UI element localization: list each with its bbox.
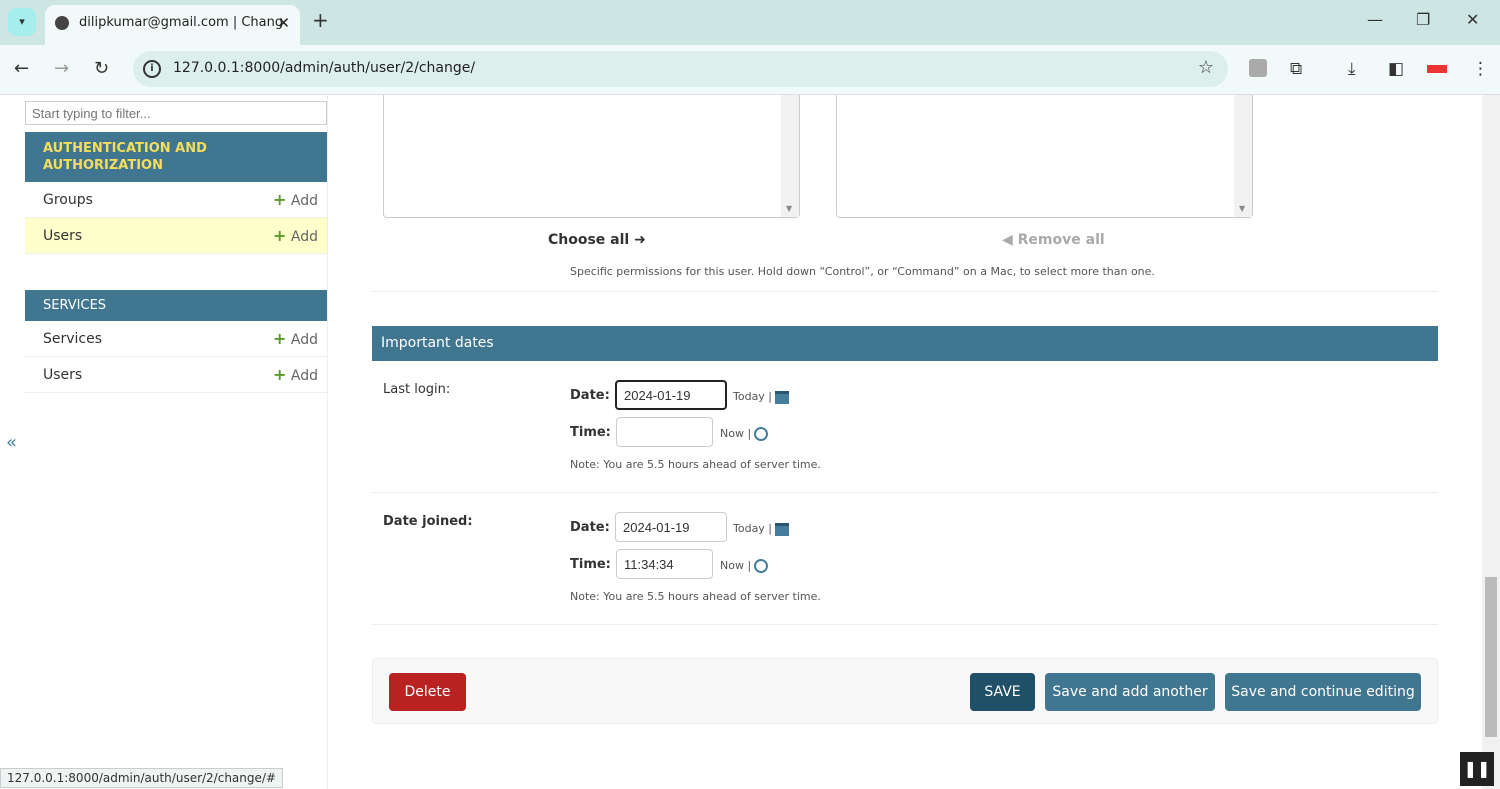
tab-title: dilipkumar@gmail.com | Chang <box>79 15 284 30</box>
sidebar-filter-input[interactable] <box>25 101 327 125</box>
arrow-right-icon: ➜ <box>634 232 646 248</box>
submit-row: Delete SAVE Save and add another Save an… <box>372 658 1438 724</box>
sidebar-item-services[interactable]: Services + Add <box>25 321 327 357</box>
module-auth: AUTHENTICATION AND AUTHORIZATION Groups +… <box>25 132 327 254</box>
now-shortcut[interactable]: Now | <box>720 427 769 441</box>
date-joined-date-input[interactable] <box>615 512 727 542</box>
calendar-icon[interactable] <box>775 522 790 536</box>
reload-icon[interactable]: ↻ <box>94 58 109 79</box>
extension-badge-icon[interactable] <box>1427 65 1447 73</box>
available-permissions-select[interactable]: ▼ <box>383 95 800 218</box>
now-link[interactable]: Now | <box>720 559 751 572</box>
add-link[interactable]: + Add <box>273 321 318 358</box>
plus-icon: + <box>273 365 287 384</box>
today-shortcut[interactable]: Today | <box>733 390 790 404</box>
scrollbar[interactable]: ▼ <box>1234 95 1252 217</box>
item-label[interactable]: Users <box>43 367 82 383</box>
add-label: Add <box>290 229 318 245</box>
download-icon[interactable]: ⤓ <box>1348 59 1356 79</box>
add-link[interactable]: + Add <box>273 182 318 219</box>
choose-all-label: Choose all <box>548 232 630 248</box>
restore-button[interactable]: ❐ <box>1416 10 1430 29</box>
divider <box>372 492 1438 493</box>
today-link[interactable]: Today | <box>733 390 772 403</box>
globe-icon <box>55 16 69 30</box>
time-label: Time: <box>570 425 611 440</box>
delete-button[interactable]: Delete <box>389 673 466 711</box>
tab-search-button[interactable]: ▾ <box>8 8 36 36</box>
timezone-note: Note: You are 5.5 hours ahead of server … <box>570 458 821 471</box>
calendar-icon[interactable] <box>775 390 790 404</box>
plus-icon: + <box>273 329 287 348</box>
date-joined-label: Date joined: <box>383 514 473 529</box>
status-bar-url: 127.0.0.1:8000/admin/auth/user/2/change/… <box>0 768 283 788</box>
scrollbar-thumb[interactable] <box>1485 577 1497 737</box>
module-caption[interactable]: AUTHENTICATION AND AUTHORIZATION <box>25 132 327 182</box>
remove-all-label: Remove all <box>1017 232 1105 248</box>
address-bar[interactable]: i 127.0.0.1:8000/admin/auth/user/2/chang… <box>133 51 1228 87</box>
item-label[interactable]: Services <box>43 331 102 347</box>
close-window-button[interactable]: ✕ <box>1466 10 1479 29</box>
divider <box>372 624 1438 625</box>
choose-all-link[interactable]: Choose all ➜ <box>548 232 646 248</box>
now-link[interactable]: Now | <box>720 427 751 440</box>
chosen-permissions-select[interactable]: ▼ <box>836 95 1253 218</box>
info-icon[interactable]: i <box>143 60 161 78</box>
last-login-label: Last login: <box>383 382 451 397</box>
save-and-continue-button[interactable]: Save and continue editing <box>1225 673 1421 711</box>
last-login-time-input[interactable] <box>616 417 713 447</box>
browser-tab[interactable]: dilipkumar@gmail.com | Chang ✕ <box>45 5 300 45</box>
page-scrollbar[interactable] <box>1482 95 1500 789</box>
add-label: Add <box>290 368 318 384</box>
close-tab-icon[interactable]: ✕ <box>277 5 290 41</box>
pause-icon[interactable]: ❚❚ <box>1460 752 1494 786</box>
extensions-puzzle-icon[interactable]: ⧉ <box>1290 59 1302 79</box>
collapse-sidebar-button[interactable]: « <box>6 432 17 453</box>
url-text: 127.0.0.1:8000/admin/auth/user/2/change/ <box>173 60 476 76</box>
sidebar-item-service-users[interactable]: Users + Add <box>25 357 327 393</box>
add-link[interactable]: + Add <box>273 357 318 394</box>
minimize-button[interactable]: — <box>1367 10 1383 29</box>
time-label: Time: <box>570 557 611 572</box>
item-label[interactable]: Groups <box>43 192 93 208</box>
forward-icon[interactable]: → <box>54 58 69 79</box>
remove-all-link[interactable]: ◀ Remove all <box>1002 232 1105 248</box>
module-services: SERVICES Services + Add Users + Add <box>25 290 327 393</box>
date-label: Date: <box>570 520 610 535</box>
menu-kebab-icon[interactable]: ⋮ <box>1472 59 1489 79</box>
sidebar-item-groups[interactable]: Groups + Add <box>25 182 327 218</box>
new-tab-button[interactable]: + <box>312 8 329 32</box>
permissions-help: Specific permissions for this user. Hold… <box>570 265 1155 278</box>
divider <box>372 291 1438 292</box>
clock-icon[interactable] <box>754 427 769 441</box>
module-caption[interactable]: SERVICES <box>25 290 327 321</box>
arrow-left-icon: ◀ <box>1002 232 1013 248</box>
add-label: Add <box>290 193 318 209</box>
clock-icon[interactable] <box>754 559 769 573</box>
today-shortcut[interactable]: Today | <box>733 522 790 536</box>
save-and-add-another-button[interactable]: Save and add another <box>1045 673 1215 711</box>
side-panel-icon[interactable]: ◧ <box>1388 59 1404 79</box>
today-link[interactable]: Today | <box>733 522 772 535</box>
sidebar-item-users[interactable]: Users + Add <box>25 218 327 254</box>
plus-icon: + <box>273 226 287 245</box>
browser-toolbar: ← → ↻ i 127.0.0.1:8000/admin/auth/user/2… <box>0 45 1500 95</box>
bookmark-star-icon[interactable]: ☆ <box>1198 57 1214 78</box>
last-login-date-input[interactable] <box>615 380 727 410</box>
plus-icon: + <box>273 190 287 209</box>
now-shortcut[interactable]: Now | <box>720 559 769 573</box>
tab-bar: ▾ dilipkumar@gmail.com | Chang ✕ + — ❐ ✕ <box>0 0 1500 45</box>
important-dates-header: Important dates <box>372 326 1438 361</box>
date-joined-time-input[interactable] <box>616 549 713 579</box>
profile-extension-icon[interactable] <box>1249 59 1267 77</box>
add-link[interactable]: + Add <box>273 218 318 255</box>
scrollbar[interactable]: ▼ <box>781 95 799 217</box>
date-label: Date: <box>570 388 610 403</box>
back-icon[interactable]: ← <box>14 58 29 79</box>
timezone-note: Note: You are 5.5 hours ahead of server … <box>570 590 821 603</box>
save-button[interactable]: SAVE <box>970 673 1035 711</box>
sidebar: AUTHENTICATION AND AUTHORIZATION Groups +… <box>0 95 328 789</box>
add-label: Add <box>290 332 318 348</box>
item-label[interactable]: Users <box>43 228 82 244</box>
